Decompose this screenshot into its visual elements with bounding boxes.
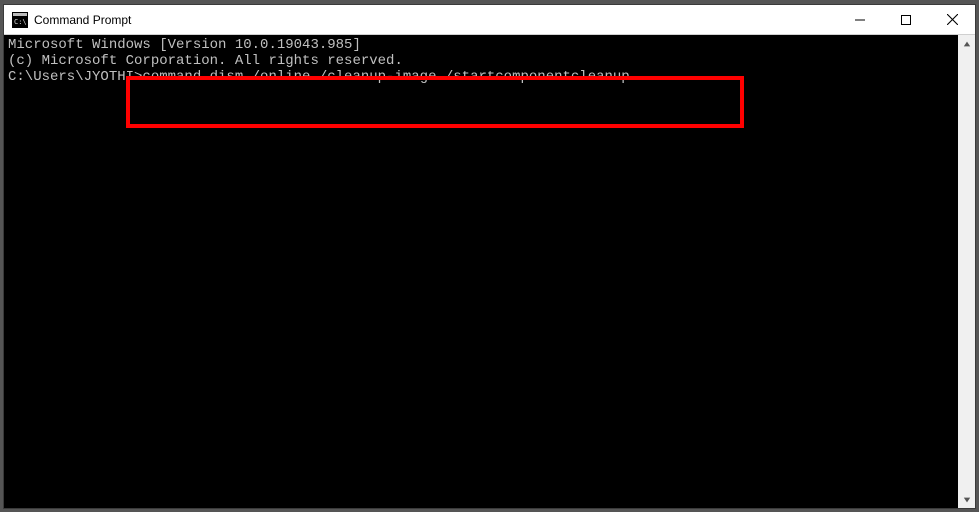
scroll-down-arrow-icon[interactable] [958,491,975,508]
close-button[interactable] [929,5,975,35]
typed-command: command dism /online /cleanup-image /sta… [142,69,629,85]
scrollbar-track[interactable] [958,52,975,491]
window-body: Microsoft Windows [Version 10.0.19043.98… [4,35,975,508]
terminal-area[interactable]: Microsoft Windows [Version 10.0.19043.98… [4,35,958,508]
maximize-button[interactable] [883,5,929,35]
prompt-path: C:\Users\JYOTHI> [8,69,142,85]
vertical-scrollbar[interactable] [958,35,975,508]
copyright-line: (c) Microsoft Corporation. All rights re… [8,53,954,69]
minimize-button[interactable] [837,5,883,35]
titlebar[interactable]: C:\ Command Prompt [4,5,975,35]
svg-text:C:\: C:\ [14,18,27,26]
window-title: Command Prompt [34,13,131,27]
command-prompt-window: C:\ Command Prompt Microsoft Windows [Ve… [3,4,976,509]
version-line: Microsoft Windows [Version 10.0.19043.98… [8,37,954,53]
scroll-up-arrow-icon[interactable] [958,35,975,52]
prompt-line: C:\Users\JYOTHI>command dism /online /cl… [8,69,954,85]
cmd-icon: C:\ [12,12,28,28]
